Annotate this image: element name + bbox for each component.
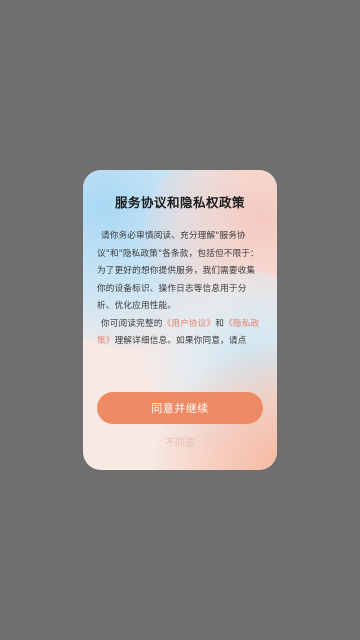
dialog-title: 服务协议和隐私权政策 bbox=[114, 195, 245, 210]
agreement-paragraph: 请你务必审慎阅读、充分理解"服务协议"和"隐私政策"各条款，包括但不限于：为了更… bbox=[97, 231, 259, 311]
read-full-paragraph: 你可阅读完整的《用户协议》和《隐私政策》理解详细信息。如果你同意，请点 bbox=[97, 316, 263, 351]
read-full-suffix: 理解详细信息。如果你同意，请点 bbox=[114, 336, 247, 346]
agree-and-continue-button[interactable]: 同意并继续 bbox=[97, 392, 263, 424]
dialog-body: 请你务必审慎阅读、充分理解"服务协议"和"隐私政策"各条款，包括但不限于：为了更… bbox=[97, 228, 263, 351]
read-full-prefix: 你可阅读完整的 bbox=[101, 318, 163, 329]
privacy-agreement-dialog: 服务协议和隐私权政策 请你务必审慎阅读、充分理解"服务协议"和"隐私政策"各条款… bbox=[83, 170, 277, 470]
disagree-button[interactable]: 不同意 bbox=[83, 434, 277, 449]
and-text: 和 bbox=[215, 318, 225, 329]
user-agreement-link[interactable]: 《用户协议》 bbox=[163, 319, 216, 329]
